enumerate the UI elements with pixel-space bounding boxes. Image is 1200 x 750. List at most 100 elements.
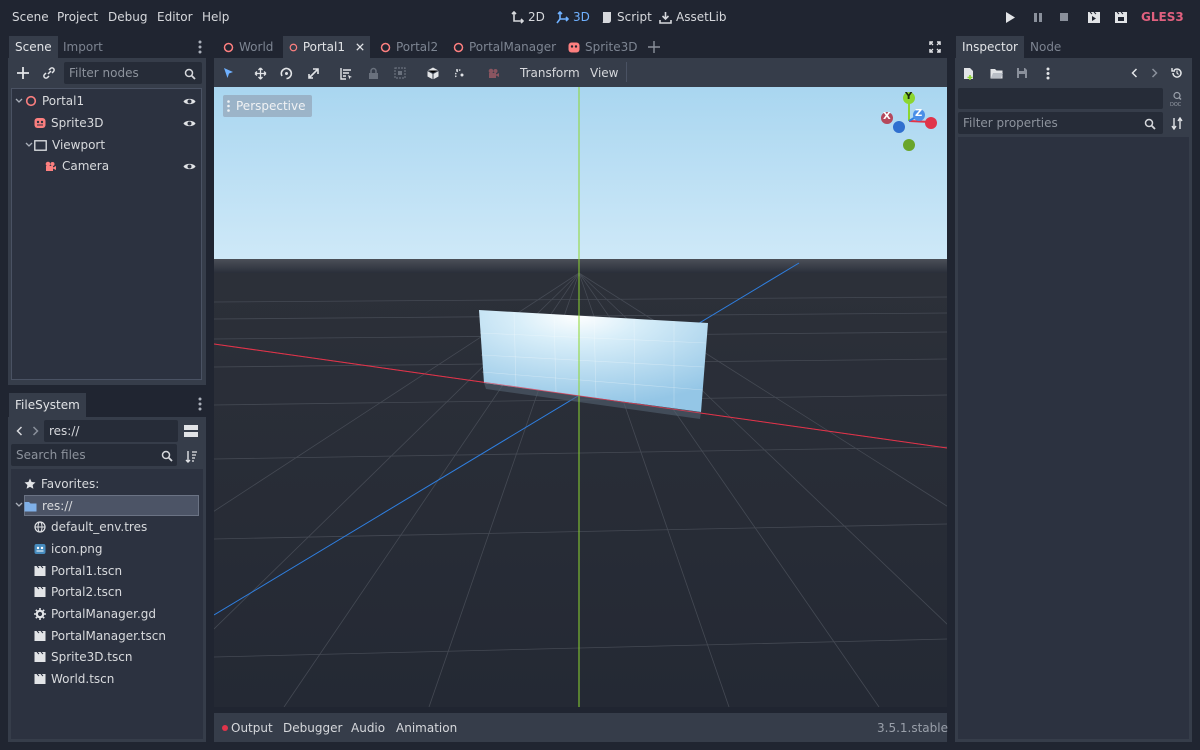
file-item[interactable]: PortalManager.gd [34,604,156,624]
file-item[interactable]: PortalManager.tscn [34,626,166,646]
tree-node-portal1[interactable]: Portal1 [25,91,84,111]
lock-icon[interactable] [366,66,380,80]
property-options-icon[interactable] [1170,116,1184,130]
scene-tab-portalmanager[interactable]: PortalManager [447,36,562,58]
scene-tab-portal1[interactable]: Portal1 [283,36,370,58]
visibility-eye-icon[interactable] [182,95,196,107]
tree-node-label: Sprite3D [51,116,104,130]
file-item[interactable]: Portal2.tscn [34,582,122,602]
folder-res-root[interactable]: res:// [24,496,72,516]
list-select-icon[interactable] [339,66,353,80]
file-item[interactable]: Portal1.tscn [34,561,122,581]
file-item[interactable]: default_env.tres [34,517,147,537]
link-icon[interactable] [41,65,57,81]
save-icon[interactable] [1015,66,1029,80]
history-back-icon[interactable] [1128,66,1140,80]
tree-node-viewport[interactable]: Viewport [34,135,105,155]
perspective-menu[interactable]: Perspective [223,95,312,117]
mode-script-button[interactable]: Script [600,10,652,24]
doc-icon[interactable]: DOC [1168,90,1186,108]
bottom-tab-debugger[interactable]: Debugger [283,721,342,735]
view-menu[interactable]: View [590,66,618,80]
snap-icon[interactable] [453,66,467,80]
scene-tab-world[interactable]: World [217,36,279,58]
local-space-icon[interactable] [426,66,440,80]
filter-properties-placeholder: Filter properties [963,116,1058,130]
chevron-down-icon[interactable] [14,96,24,106]
history-icon[interactable] [1170,66,1184,80]
search-files-input[interactable]: Search files [11,444,177,466]
scene-tab-portal2[interactable]: Portal2 [374,36,444,58]
tab-node[interactable]: Node [1024,36,1067,58]
file-item[interactable]: icon.png [34,539,103,559]
play-icon[interactable] [1004,11,1016,23]
chevron-down-icon[interactable] [24,140,34,150]
close-icon[interactable] [356,42,364,52]
select-tool-icon[interactable] [221,66,235,80]
split-view-icon[interactable] [183,423,199,439]
move-tool-icon[interactable] [253,66,267,80]
scene-tab-sprite3d[interactable]: Sprite3D [562,36,643,58]
play-custom-scene-icon[interactable] [1114,10,1128,24]
scene-tab-label: Portal1 [302,40,345,54]
file-item[interactable]: Sprite3D.tscn [34,647,132,667]
play-scene-icon[interactable] [1087,10,1101,24]
rotate-tool-icon[interactable] [279,66,293,80]
chevron-left-icon[interactable] [13,424,25,438]
chevron-right-icon[interactable] [29,424,41,438]
sort-icon[interactable] [183,448,199,464]
path-field[interactable]: res:// [44,420,178,442]
tree-node-camera[interactable]: Camera [44,156,109,176]
filter-nodes-input[interactable]: Filter nodes [64,62,202,84]
orientation-gizmo[interactable]: Y X Z [879,89,943,153]
file-name: World.tscn [51,672,115,686]
tab-scene[interactable]: Scene [9,36,58,58]
visibility-eye-icon[interactable] [182,160,196,172]
mode-2d-button[interactable]: 2D [511,10,545,24]
bottom-tab-output[interactable]: Output [231,721,273,735]
chevron-down-icon[interactable] [14,500,24,510]
bottom-tab-animation[interactable]: Animation [396,721,457,735]
history-forward-icon[interactable] [1148,66,1160,80]
transform-menu[interactable]: Transform [520,66,580,80]
menu-help[interactable]: Help [202,10,229,24]
scene-file-icon [34,630,46,641]
dock-menu-icon[interactable] [195,40,205,54]
group-icon[interactable] [393,66,407,80]
add-tab-icon[interactable] [647,40,661,54]
mode-assetlib-button[interactable]: AssetLib [659,10,726,24]
file-item[interactable]: World.tscn [34,669,114,689]
mode-3d-button[interactable]: 3D [556,10,590,24]
menu-scene[interactable]: Scene [12,10,49,24]
viewport-3d[interactable]: Perspective Y X Z [214,87,947,707]
scene-file-icon [34,673,46,684]
object-path-field[interactable] [958,88,1163,109]
dock-menu-icon[interactable] [195,397,205,411]
renderer-button[interactable]: GLES3 [1141,10,1184,24]
spatial-node-icon [25,95,37,107]
tab-import[interactable]: Import [57,36,109,58]
pause-icon[interactable] [1032,11,1044,23]
menu-editor[interactable]: Editor [157,10,193,24]
add-node-icon[interactable] [15,65,31,81]
sprite3d-icon [34,118,46,128]
assetlib-icon [659,11,672,24]
camera-preview-icon[interactable] [486,66,500,80]
new-resource-icon[interactable] [962,66,976,80]
menu-debug[interactable]: Debug [108,10,147,24]
stop-icon[interactable] [1058,11,1070,23]
filter-properties-input[interactable]: Filter properties [958,112,1163,134]
scale-tool-icon[interactable] [306,66,320,80]
favorites-item[interactable]: Favorites: [24,474,99,494]
visibility-eye-icon[interactable] [182,117,196,129]
tab-filesystem[interactable]: FileSystem [9,393,86,417]
open-folder-icon[interactable] [989,66,1003,80]
distraction-free-icon[interactable] [928,40,942,54]
bottom-tab-audio[interactable]: Audio [351,721,385,735]
tab-inspector[interactable]: Inspector [956,36,1024,58]
menu-project[interactable]: Project [57,10,98,24]
kebab-menu-icon[interactable] [1043,66,1053,80]
tree-node-sprite3d[interactable]: Sprite3D [34,113,103,133]
inspector-properties [958,137,1189,739]
scene-file-icon [34,651,46,662]
